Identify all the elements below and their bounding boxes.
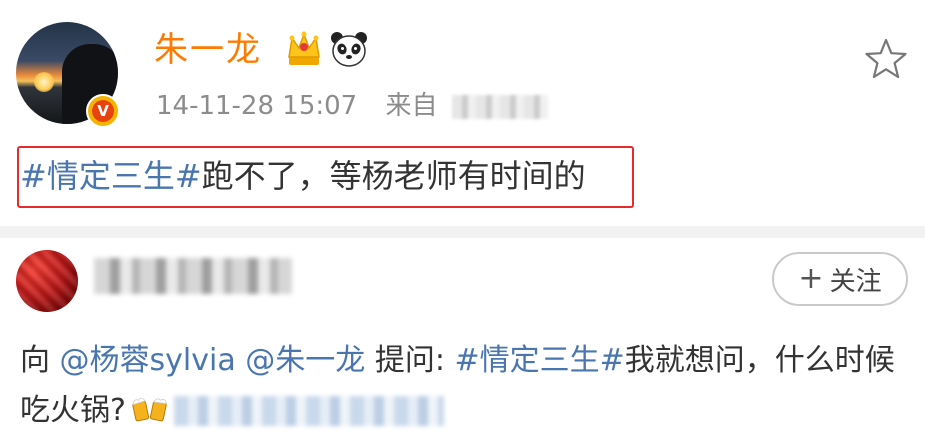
question-prefix: 向 (20, 343, 60, 378)
verified-badge-icon: V (86, 94, 120, 128)
verified-badge-label: V (92, 100, 114, 122)
asker-avatar-blur (16, 250, 78, 312)
question-text: 向 @杨蓉sylvia @朱一龙 提问: #情定三生#我就想问，什么时候吃火锅? (20, 336, 910, 436)
post-timestamp: 14-11-28 15:07 (156, 91, 358, 121)
post-meta: 14-11-28 15:07 来自 (156, 88, 548, 124)
question-redacted-text (173, 396, 444, 426)
post-source-prefix: 来自 (385, 91, 438, 121)
crown-icon (288, 31, 320, 65)
asker-name-redacted (94, 258, 292, 294)
post-text: #情定三生#跑不了，等杨老师有时间的 (20, 150, 586, 202)
beer-icon (132, 397, 167, 422)
question-ask-label: 提问: (365, 343, 455, 378)
post-text-body: 跑不了，等杨老师有时间的 (201, 157, 586, 195)
follow-button[interactable]: + 关注 (772, 252, 908, 306)
star-icon[interactable] (863, 36, 909, 82)
plus-icon: + (798, 261, 824, 296)
section-divider (0, 226, 925, 238)
post-source-redacted (451, 94, 548, 119)
question-topic-tag[interactable]: #情定三生# (454, 343, 624, 378)
panda-icon (331, 32, 367, 67)
mention-link[interactable]: @杨蓉sylvia (60, 343, 236, 378)
asker-avatar[interactable] (16, 250, 78, 312)
post-topic-tag[interactable]: #情定三生# (20, 157, 202, 195)
mention-link[interactable]: @朱一龙 (245, 343, 365, 378)
post-username[interactable]: 朱一龙 (154, 28, 262, 72)
follow-label: 关注 (829, 266, 882, 297)
avatar-sun (34, 72, 54, 92)
